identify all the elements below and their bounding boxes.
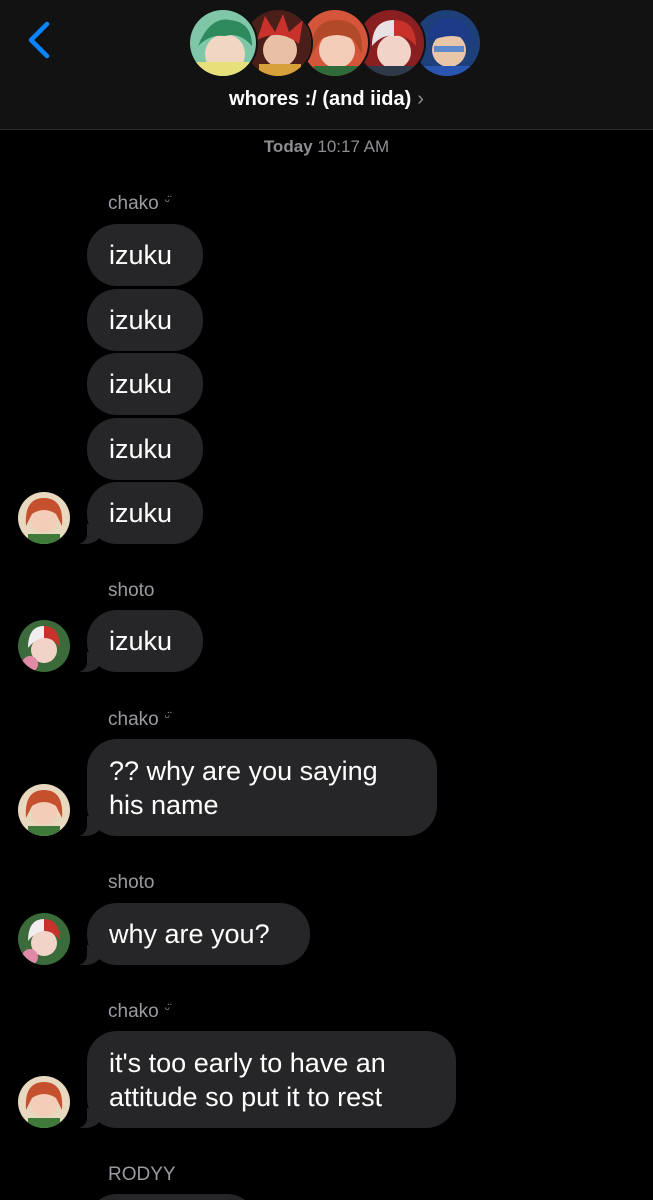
timestamp: Today 10:17 AM <box>0 137 653 157</box>
avatar-shoto[interactable] <box>18 913 70 965</box>
message-bubble[interactable]: izuku <box>87 353 203 415</box>
sender-name: chako ᵕ̈ <box>108 193 170 214</box>
group-avatar-izuku <box>188 8 258 78</box>
timestamp-time: 10:17 AM <box>317 137 390 156</box>
message-bubble[interactable]: izuku <box>87 224 203 286</box>
message-bubble[interactable]: izuku <box>73 610 203 672</box>
sender-name: shoto <box>108 872 155 893</box>
bell-slash-icon: ᵕ̈ <box>164 709 170 724</box>
sender-name: RODYY <box>108 1164 176 1185</box>
group-title[interactable]: whores :/ (and iida) › <box>0 88 653 111</box>
sender-name: shoto <box>108 580 155 601</box>
sender-name: chako ᵕ̈ <box>108 1001 170 1022</box>
avatar-chako[interactable] <box>18 784 70 836</box>
avatar-chako[interactable] <box>18 492 70 544</box>
message-bubble[interactable]: ?? why are you saying his name <box>73 739 437 836</box>
group-title-label: whores :/ (and iida) <box>229 88 412 110</box>
message-bubble[interactable]: izuku <box>73 482 203 544</box>
message-bubble[interactable]: izuku <box>87 289 203 351</box>
group-avatars[interactable] <box>188 8 482 80</box>
message-bubble[interactable]: why are you? <box>73 903 310 965</box>
avatar-chako[interactable] <box>18 1076 70 1128</box>
conversation-header: whores :/ (and iida) › <box>0 0 653 130</box>
avatar-shoto[interactable] <box>18 620 70 672</box>
timestamp-day: Today <box>263 137 313 156</box>
chevron-left-icon <box>28 21 50 59</box>
bell-slash-icon: ᵕ̈ <box>164 193 170 208</box>
chevron-right-icon: › <box>417 88 424 110</box>
back-button[interactable] <box>18 20 58 60</box>
bell-slash-icon: ᵕ̈ <box>164 1001 170 1016</box>
message-bubble-partial[interactable] <box>87 1194 257 1200</box>
message-bubble[interactable]: it's too early to have an attitude so pu… <box>73 1031 456 1128</box>
sender-name: chako ᵕ̈ <box>108 709 170 730</box>
message-bubble[interactable]: izuku <box>87 418 203 480</box>
messages-screen: whores :/ (and iida) › Today 10:17 AM cha… <box>0 0 653 1200</box>
